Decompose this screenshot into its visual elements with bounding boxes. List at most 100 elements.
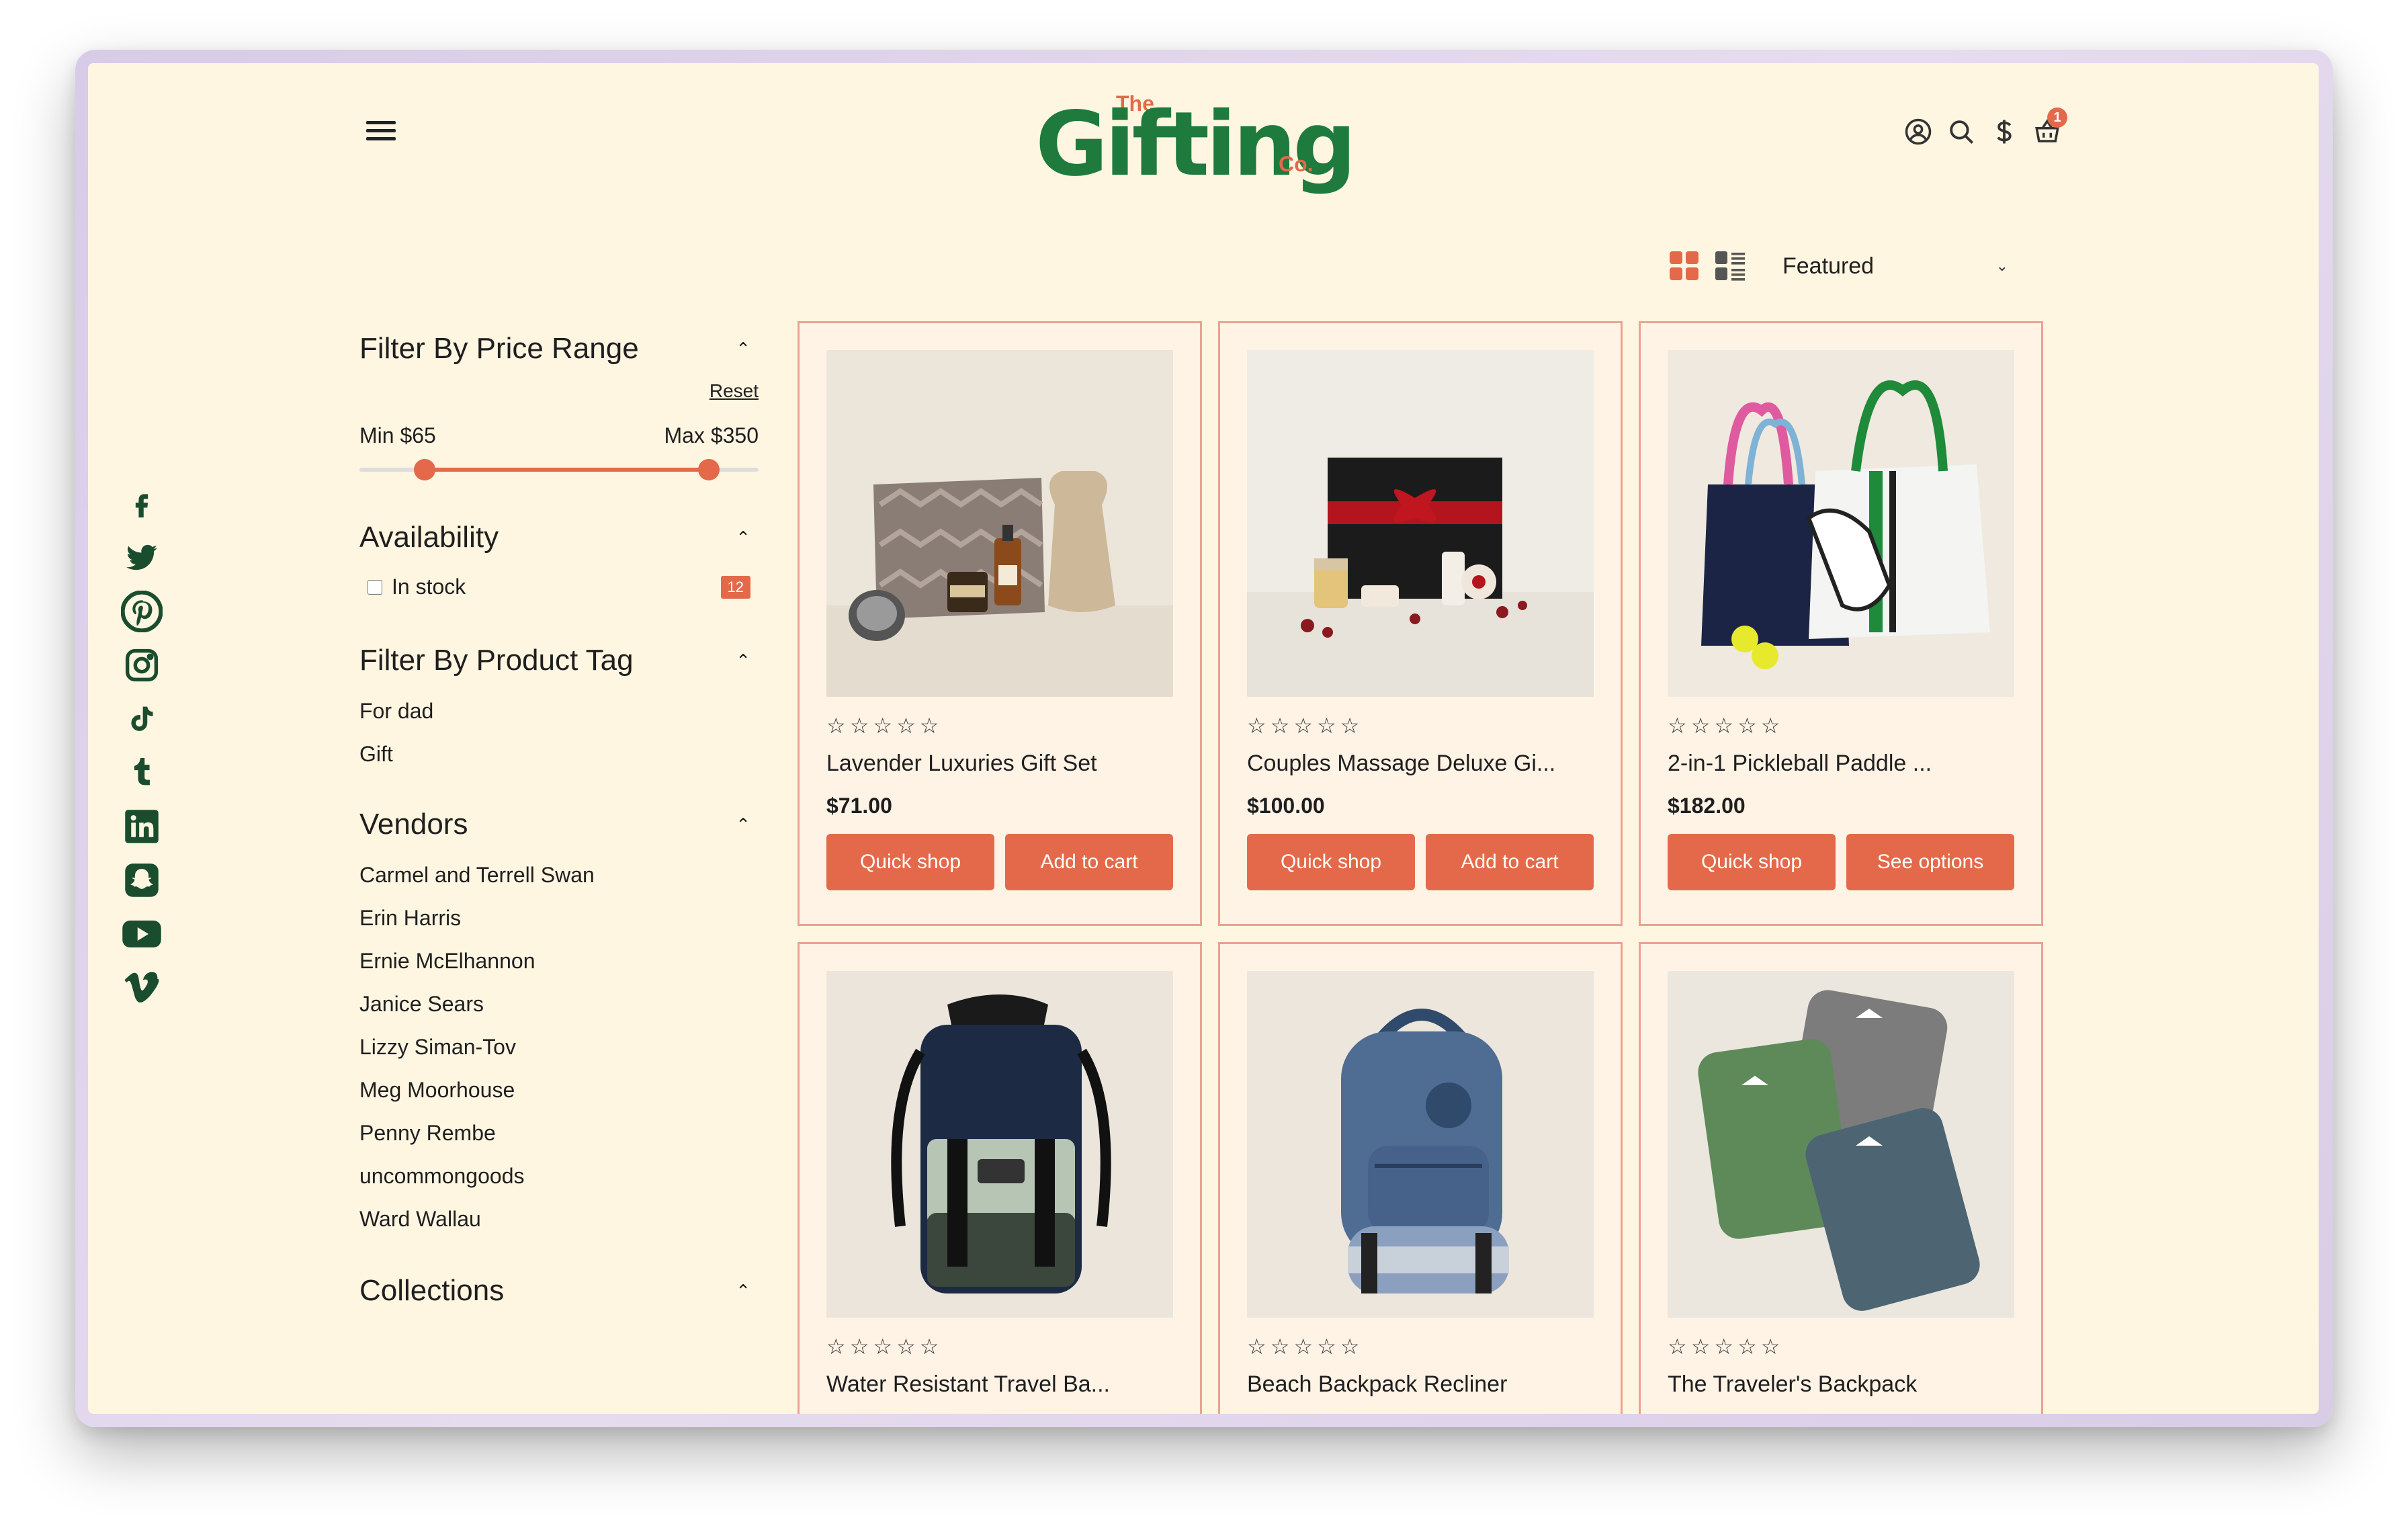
price-filter-title: Filter By Price Range bbox=[359, 332, 639, 365]
currency-icon[interactable] bbox=[1988, 116, 2020, 148]
quick-shop-button[interactable]: Quick shop bbox=[1247, 834, 1415, 890]
add-to-cart-button[interactable]: Add to cart bbox=[1426, 834, 1594, 890]
vendor-item[interactable]: Lizzy Siman-Tov bbox=[359, 1025, 759, 1068]
quick-shop-button[interactable]: Quick shop bbox=[1668, 834, 1836, 890]
tumblr-icon[interactable] bbox=[115, 746, 169, 800]
pinterest-icon[interactable] bbox=[115, 585, 169, 638]
product-card: ☆☆☆☆☆ Couples Massage Deluxe Gi... $100.… bbox=[1218, 321, 1623, 926]
rating-stars: ☆☆☆☆☆ bbox=[1247, 1334, 1364, 1359]
product-title[interactable]: Lavender Luxuries Gift Set bbox=[826, 751, 1097, 777]
product-price: $182.00 bbox=[1668, 794, 1746, 818]
facebook-icon[interactable] bbox=[115, 477, 169, 531]
price-minmax: Min $65 Max $350 bbox=[359, 423, 759, 448]
tag-filter-title: Filter By Product Tag bbox=[359, 644, 634, 677]
product-actions: Quick shop See options bbox=[1668, 834, 2014, 890]
chevron-up-icon: ⌃ bbox=[736, 338, 750, 359]
instagram-icon[interactable] bbox=[115, 638, 169, 692]
snapchat-icon[interactable] bbox=[115, 853, 169, 907]
product-image[interactable] bbox=[1247, 350, 1594, 697]
logo[interactable]: The Gifting Co. bbox=[1035, 78, 1357, 206]
product-actions: Quick shop Add to cart bbox=[1247, 834, 1594, 890]
availability-filter-header[interactable]: Availability ⌃ bbox=[359, 521, 759, 554]
list-view-icon[interactable] bbox=[1715, 251, 1745, 281]
price-range-slider[interactable] bbox=[359, 456, 759, 483]
slider-min-handle[interactable] bbox=[413, 459, 435, 480]
product-card: ☆☆☆☆☆ The Traveler's Backpack bbox=[1639, 942, 2043, 1414]
vendor-list: Carmel and Terrell Swan Erin Harris Erni… bbox=[359, 853, 759, 1240]
price-max-label: Max $350 bbox=[664, 423, 759, 448]
linkedin-icon[interactable] bbox=[115, 800, 169, 853]
product-title[interactable]: 2-in-1 Pickleball Paddle ... bbox=[1668, 751, 1932, 777]
vendor-item[interactable]: uncommongoods bbox=[359, 1154, 759, 1197]
vendor-item[interactable]: Ernie McElhannon bbox=[359, 939, 759, 982]
sort-selected-value: Featured bbox=[1782, 253, 1875, 279]
add-to-cart-button[interactable]: Add to cart bbox=[1005, 834, 1173, 890]
vendor-item[interactable]: Erin Harris bbox=[359, 896, 759, 939]
vendor-filter-header[interactable]: Vendors ⌃ bbox=[359, 808, 759, 841]
grid-view-icon[interactable] bbox=[1670, 251, 1699, 281]
cart-count-badge: 1 bbox=[2047, 108, 2067, 128]
in-stock-label[interactable]: In stock bbox=[368, 575, 466, 599]
product-card: ☆☆☆☆☆ Lavender Luxuries Gift Set $71.00 … bbox=[798, 321, 1202, 926]
slider-range-fill bbox=[424, 468, 709, 472]
tag-filter-header[interactable]: Filter By Product Tag ⌃ bbox=[359, 644, 759, 677]
product-image[interactable] bbox=[826, 350, 1173, 697]
rating-stars: ☆☆☆☆☆ bbox=[826, 714, 943, 738]
filter-sidebar: Filter By Price Range ⌃ Reset Min $65 Ma… bbox=[359, 332, 759, 1308]
product-image[interactable] bbox=[1668, 971, 2014, 1318]
chevron-down-icon: ⌄ bbox=[1995, 257, 2008, 274]
rating-stars: ☆☆☆☆☆ bbox=[1247, 714, 1364, 738]
product-title[interactable]: Couples Massage Deluxe Gi... bbox=[1247, 751, 1555, 777]
product-image[interactable] bbox=[1247, 971, 1594, 1318]
account-icon[interactable] bbox=[1902, 116, 1934, 148]
collections-filter-header[interactable]: Collections ⌃ bbox=[359, 1274, 759, 1308]
price-reset-link[interactable]: Reset bbox=[359, 380, 759, 402]
vendor-item[interactable]: Janice Sears bbox=[359, 982, 759, 1025]
product-title[interactable]: Water Resistant Travel Ba... bbox=[826, 1371, 1110, 1398]
in-stock-count-badge: 12 bbox=[720, 575, 750, 599]
tiktok-icon[interactable] bbox=[115, 692, 169, 746]
vendor-item[interactable]: Carmel and Terrell Swan bbox=[359, 853, 759, 896]
tag-item[interactable]: For dad bbox=[359, 689, 759, 732]
product-title[interactable]: The Traveler's Backpack bbox=[1668, 1371, 1917, 1398]
vendor-item[interactable]: Penny Rembe bbox=[359, 1111, 759, 1154]
price-min-label: Min $65 bbox=[359, 423, 436, 448]
chevron-up-icon: ⌃ bbox=[736, 1280, 750, 1301]
in-stock-checkbox[interactable] bbox=[368, 579, 382, 595]
in-stock-option: In stock 12 bbox=[359, 575, 759, 599]
chevron-up-icon: ⌃ bbox=[736, 650, 750, 671]
product-image[interactable] bbox=[1668, 350, 2014, 697]
cart-icon[interactable]: 1 bbox=[2031, 108, 2067, 148]
vendor-item[interactable]: Ward Wallau bbox=[359, 1197, 759, 1240]
twitter-icon[interactable] bbox=[115, 531, 169, 585]
rating-stars: ☆☆☆☆☆ bbox=[826, 1334, 943, 1359]
product-title[interactable]: Beach Backpack Recliner bbox=[1247, 1371, 1507, 1398]
collections-title: Collections bbox=[359, 1274, 505, 1307]
rating-stars: ☆☆☆☆☆ bbox=[1668, 1334, 1784, 1359]
vimeo-icon[interactable] bbox=[115, 961, 169, 1015]
menu-icon[interactable] bbox=[366, 121, 396, 145]
product-price: $71.00 bbox=[826, 794, 892, 818]
youtube-icon[interactable] bbox=[115, 907, 169, 961]
search-icon[interactable] bbox=[1945, 116, 1977, 148]
product-grid: ☆☆☆☆☆ Lavender Luxuries Gift Set $71.00 … bbox=[798, 321, 2045, 1414]
product-actions: Quick shop Add to cart bbox=[826, 834, 1173, 890]
see-options-button[interactable]: See options bbox=[1846, 834, 2014, 890]
product-image[interactable] bbox=[826, 971, 1173, 1318]
product-card: ☆☆☆☆☆ Beach Backpack Recliner bbox=[1218, 942, 1623, 1414]
view-toggle bbox=[1670, 251, 1745, 281]
page: The Gifting Co. 1 Featured ⌄ Filter By P… bbox=[88, 63, 2319, 1414]
tag-item[interactable]: Gift bbox=[359, 732, 759, 775]
price-filter-header[interactable]: Filter By Price Range ⌃ bbox=[359, 332, 759, 366]
tag-list: For dad Gift bbox=[359, 689, 759, 775]
logo-name: Gifting bbox=[1035, 93, 1357, 196]
vendor-item[interactable]: Meg Moorhouse bbox=[359, 1068, 759, 1111]
slider-max-handle[interactable] bbox=[697, 459, 720, 480]
quick-shop-button[interactable]: Quick shop bbox=[826, 834, 994, 890]
product-card: ☆☆☆☆☆ 2-in-1 Pickleball Paddle ... $182.… bbox=[1639, 321, 2043, 926]
product-price: $100.00 bbox=[1247, 794, 1325, 818]
chevron-up-icon: ⌃ bbox=[736, 814, 750, 835]
rating-stars: ☆☆☆☆☆ bbox=[1668, 714, 1784, 738]
vendor-filter-title: Vendors bbox=[359, 808, 468, 841]
sort-select[interactable]: Featured ⌄ bbox=[1768, 245, 2023, 288]
